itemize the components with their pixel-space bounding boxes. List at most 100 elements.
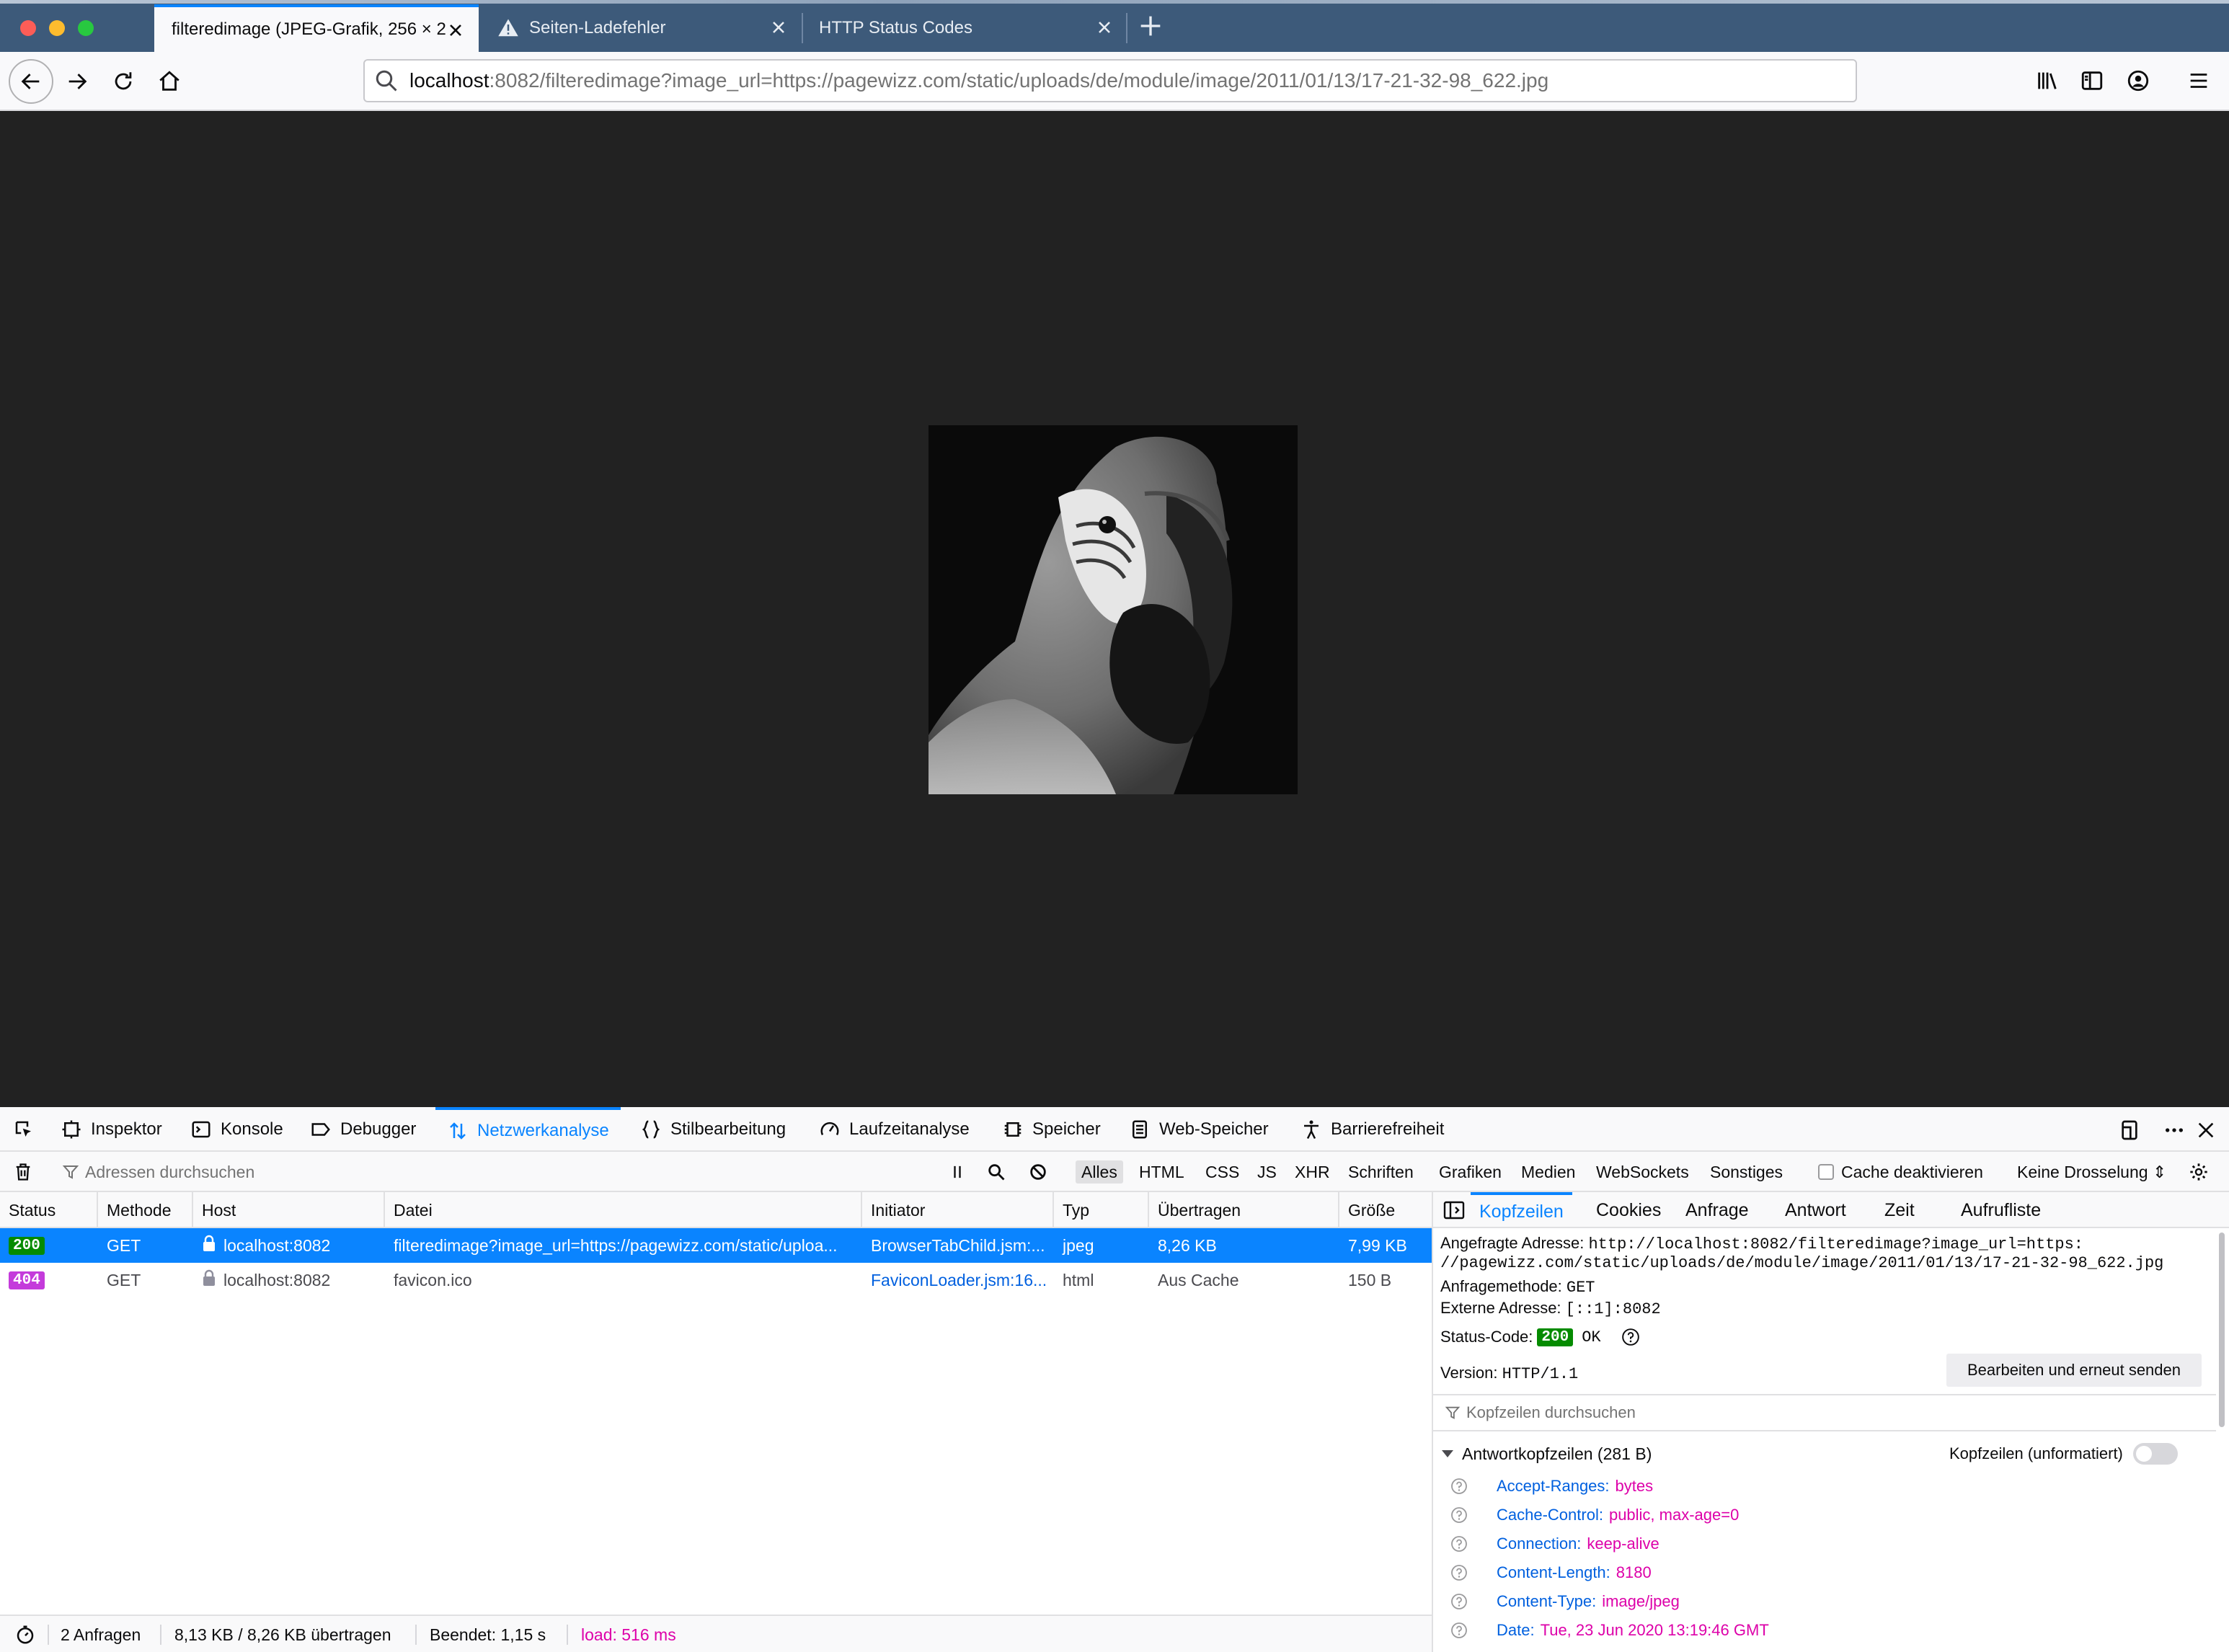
filter-type-js[interactable]: JS	[1251, 1160, 1282, 1184]
close-icon[interactable]	[446, 20, 466, 40]
help-icon[interactable]	[1621, 1328, 1640, 1346]
initiator-cell[interactable]: BrowserTabChild.jsm:...	[862, 1228, 1054, 1263]
headers-filter-input[interactable]: Kopfzeilen durchsuchen	[1433, 1394, 2216, 1431]
filter-type-schriften[interactable]: Schriften	[1342, 1160, 1419, 1184]
filter-type-sonstiges[interactable]: Sonstiges	[1704, 1160, 1789, 1184]
devtools-close-button[interactable]	[2194, 1119, 2217, 1142]
filter-type-xhr[interactable]: XHR	[1289, 1160, 1336, 1184]
filter-type-grafiken[interactable]: Grafiken	[1433, 1160, 1507, 1184]
header-row: Connection: keep-alive	[1433, 1529, 2216, 1558]
help-icon[interactable]	[1450, 1506, 1468, 1524]
new-tab-button[interactable]	[1136, 12, 1165, 40]
disable-cache-checkbox[interactable]: Cache deaktivieren	[1818, 1152, 1983, 1192]
clear-button[interactable]	[13, 1152, 33, 1192]
devtools-toolbar: Inspektor Konsole Debugger Netzwerkanaly…	[0, 1107, 2229, 1152]
tab-antwort[interactable]: Antwort	[1776, 1192, 1855, 1228]
window-minimize-button[interactable]	[49, 20, 65, 36]
picker-icon	[15, 1121, 31, 1137]
sidebar-button[interactable]	[2076, 65, 2108, 97]
tab-http-status-codes[interactable]: HTTP Status Codes	[802, 4, 1127, 52]
forward-button[interactable]	[56, 61, 98, 102]
dock-side-button[interactable]	[2118, 1119, 2141, 1142]
help-icon[interactable]	[1450, 1622, 1468, 1639]
tab-barrierefreiheit[interactable]: Barrierefreiheit	[1300, 1107, 1444, 1152]
cache-label: Cache deaktivieren	[1841, 1162, 1983, 1181]
column-status[interactable]: Status	[0, 1192, 98, 1228]
url-filter-input[interactable]: Adressen durchsuchen	[62, 1152, 254, 1192]
column-method[interactable]: Methode	[98, 1192, 193, 1228]
tab-debugger[interactable]: Debugger	[310, 1107, 416, 1152]
tab-speicher[interactable]: Speicher	[1002, 1107, 1101, 1152]
host-cell: localhost:8082	[193, 1263, 385, 1297]
column-initiator[interactable]: Initiator	[862, 1192, 1054, 1228]
column-file[interactable]: Datei	[385, 1192, 862, 1228]
help-icon[interactable]	[1450, 1564, 1468, 1581]
raw-headers-toggle[interactable]: Kopfzeilen (unformatiert)	[1949, 1443, 2178, 1465]
header-name: Content-Length:	[1497, 1563, 1610, 1581]
initiator-cell[interactable]: FaviconLoader.jsm:16...	[862, 1263, 1054, 1297]
account-button[interactable]	[2122, 65, 2154, 97]
back-button[interactable]	[9, 59, 53, 104]
help-icon[interactable]	[1450, 1535, 1468, 1553]
filter-type-websockets[interactable]: WebSockets	[1590, 1160, 1695, 1184]
more-options-button[interactable]	[2163, 1119, 2186, 1142]
toggle-switch[interactable]	[2132, 1443, 2178, 1465]
tab-netzwerkanalyse[interactable]: Netzwerkanalyse	[435, 1107, 621, 1152]
edit-and-resend-button[interactable]: Bearbeiten und erneut senden	[1946, 1354, 2202, 1387]
library-button[interactable]	[2031, 65, 2063, 97]
settings-button[interactable]	[2189, 1152, 2209, 1192]
close-icon[interactable]	[768, 17, 789, 37]
tab-anfrage[interactable]: Anfrage	[1677, 1192, 1758, 1228]
tab-kopfzeilen[interactable]: Kopfzeilen	[1471, 1192, 1572, 1228]
url-bar[interactable]: localhost:8082/filteredimage?image_url=h…	[363, 59, 1857, 102]
help-icon[interactable]	[1450, 1593, 1468, 1610]
checkbox[interactable]	[1818, 1164, 1834, 1180]
column-transferred[interactable]: Übertragen	[1149, 1192, 1339, 1228]
memory-chip-icon	[1004, 1122, 1022, 1137]
tab-stilbearbeitung[interactable]: Stilbearbeitung	[640, 1107, 786, 1152]
filter-type-css[interactable]: CSS	[1200, 1160, 1245, 1184]
header-value: bytes	[1615, 1477, 1654, 1495]
filter-type-alles[interactable]: Alles	[1076, 1160, 1123, 1184]
menu-button[interactable]	[2183, 65, 2215, 97]
tab-label: Barrierefreiheit	[1331, 1119, 1445, 1139]
header-row: Content-Length: 8180	[1433, 1558, 2216, 1587]
dock-icon	[2122, 1120, 2137, 1140]
panel-scrollbar[interactable]	[2217, 1233, 2226, 1622]
table-row[interactable]: 404 GET localhost:8082 favicon.ico Favic…	[0, 1263, 1432, 1297]
column-host[interactable]: Host	[193, 1192, 385, 1228]
close-icon[interactable]	[1094, 17, 1114, 37]
tab-seiten-ladefehler[interactable]: Seiten-Ladefehler	[480, 4, 802, 52]
tab-filteredimage[interactable]: filteredimage (JPEG-Grafik, 256 × 2	[154, 4, 479, 52]
window-zoom-button[interactable]	[78, 20, 94, 36]
block-button[interactable]	[1028, 1152, 1048, 1192]
tab-zeit[interactable]: Zeit	[1876, 1192, 1923, 1228]
hamburger-menu-icon	[2190, 74, 2207, 88]
tab-cookies[interactable]: Cookies	[1587, 1192, 1670, 1228]
throttle-select[interactable]: Keine Drosselung ⇕	[2017, 1152, 2166, 1192]
tab-laufzeitanalyse[interactable]: Laufzeitanalyse	[819, 1107, 970, 1152]
window-close-button[interactable]	[20, 20, 36, 36]
home-button[interactable]	[149, 61, 190, 102]
scrollbar-thumb[interactable]	[2219, 1233, 2225, 1427]
filter-type-html[interactable]: HTML	[1133, 1160, 1190, 1184]
console-icon	[192, 1121, 211, 1138]
column-type[interactable]: Typ	[1054, 1192, 1149, 1228]
search-button[interactable]	[986, 1152, 1006, 1192]
network-toolbar: Adressen durchsuchen Alles HTML CSS JS X…	[0, 1152, 2229, 1192]
tab-web-speicher[interactable]: Web-Speicher	[1129, 1107, 1269, 1152]
tab-label: Stilbearbeitung	[670, 1119, 786, 1139]
table-row[interactable]: 200 GET localhost:8082 filteredimage?ima…	[0, 1228, 1432, 1263]
element-picker-button[interactable]	[13, 1107, 43, 1152]
tab-aufrufliste[interactable]: Aufrufliste	[1952, 1192, 2049, 1228]
filter-type-medien[interactable]: Medien	[1515, 1160, 1581, 1184]
pause-button[interactable]	[947, 1152, 967, 1192]
tab-konsole[interactable]: Konsole	[190, 1107, 283, 1152]
tab-inspektor[interactable]: Inspektor	[61, 1107, 162, 1152]
column-size[interactable]: Größe	[1339, 1192, 1432, 1228]
panel-toggle-icon[interactable]	[1443, 1201, 1465, 1220]
performance-button[interactable]	[14, 1616, 36, 1652]
url-label: Angefragte Adresse:	[1440, 1234, 1585, 1252]
reload-button[interactable]	[102, 61, 144, 102]
help-icon[interactable]	[1450, 1478, 1468, 1495]
